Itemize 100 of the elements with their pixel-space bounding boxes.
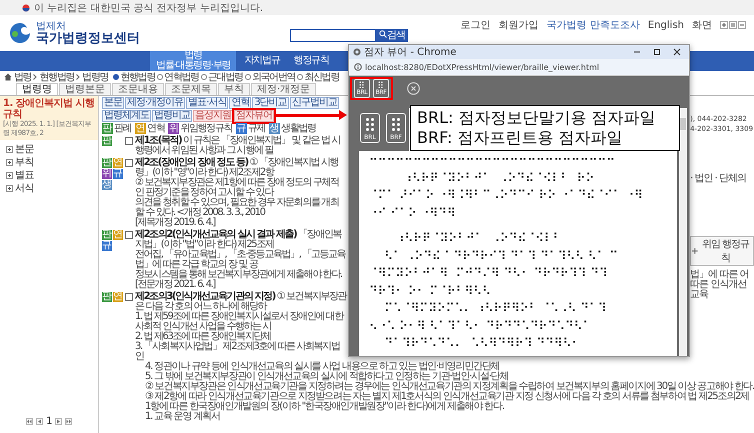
legend-label: 규제 — [248, 124, 266, 134]
radio-button[interactable] — [113, 74, 120, 80]
article-text: ② 보건복지부장관은 인식개선교육기관을 지정하려는 경우에는 인식개선교육기관의 지정계획을 수립하여 보건복지부의 홈페이지에 30일 이상 공고해야 한다. — [145, 382, 754, 392]
legend-mark: 연 — [113, 230, 123, 240]
article-text: 제2조의3(인식개선교육기관의 지정) ① 보건복지부장관은 다음 각 호의 어느 하나에 해당하 — [135, 292, 347, 312]
braille-text: ⠐⠊ ⠊⠁⠕ ⠐⠻⠙⠻ — [369, 204, 457, 222]
nav-tab[interactable]: 행정규칙 — [288, 51, 335, 71]
window-title: 점자 뷰어 - Chrome — [364, 46, 456, 59]
zoom-out-icon[interactable] — [738, 21, 746, 29]
legend-mark: 위 — [102, 169, 112, 179]
braille-text: ⠈⠻⠍⠽⠕⠃⠚⠁⠻ ⠍⠚⠙⠌⠻ ⠙⠣⠂ ⠙⠗⠙⠗⠹⠹ ⠙⠹ — [369, 265, 609, 282]
legend-label: 위임행정규칙 — [180, 124, 232, 134]
header-link[interactable]: 로그인 — [460, 18, 491, 32]
plus-box-icon[interactable] — [6, 146, 13, 153]
legend-mark: 연 — [113, 292, 123, 302]
plus-box-icon[interactable] — [6, 172, 13, 179]
plus-icon — [692, 248, 698, 254]
law-title[interactable]: 1. 장애인복지법 시행규칙 — [3, 98, 95, 120]
scrollbar[interactable] — [679, 108, 687, 356]
tree-item[interactable]: 본문 — [15, 143, 34, 156]
nav-tab[interactable]: 법령 법률·대통령령·부령 — [150, 51, 236, 71]
checkbox[interactable] — [125, 159, 133, 167]
next-page-icon[interactable] — [54, 418, 62, 425]
toolbar-button[interactable]: 법령체계도 — [102, 110, 151, 122]
breadcrumb-item[interactable]: 법령 — [14, 70, 32, 84]
last-page-icon[interactable] — [64, 418, 72, 425]
legend-mark: 연 — [135, 123, 146, 134]
braille-dots-icon — [391, 117, 401, 132]
checkbox[interactable] — [125, 137, 133, 145]
page-number[interactable]: 1 — [46, 416, 52, 427]
tree-item[interactable]: 별표 — [15, 169, 34, 182]
zoom-in-icon[interactable] — [720, 21, 728, 29]
toolbar-button[interactable]: 3단비교 — [252, 97, 289, 109]
article-text: 전어집, 「유아교육법」, 「초·중등교육법」, 「고등교육법」에 따른 각급 학교의 장 및 공 — [135, 250, 347, 270]
close-icon[interactable] — [673, 48, 681, 56]
radio-button[interactable] — [297, 74, 304, 80]
breadcrumb-item[interactable]: 법령명 — [82, 70, 108, 84]
article-text: [제목개정 2019. 6. 4.] — [135, 218, 216, 228]
toolbar-button[interactable]: 본문 — [102, 97, 124, 109]
braille-dots-icon — [378, 80, 384, 88]
chevron-icon — [76, 74, 80, 80]
article-text: 제2조의2(인식개선교육의 실시 결과 제출) 「장애인복지법」(이하 "법"이라 한다) 제25조제 — [135, 230, 342, 250]
tab[interactable]: 제정·개정문 — [251, 83, 316, 95]
radio-button[interactable] — [157, 74, 164, 80]
toolbar-button[interactable]: 연혁 — [229, 97, 252, 109]
braille-dots-icon — [365, 117, 375, 132]
plus-box-icon[interactable] — [6, 159, 13, 166]
tab[interactable]: 조문제목 — [165, 83, 217, 95]
tab[interactable]: 조문내용 — [112, 83, 164, 95]
breadcrumb-item[interactable]: 현행법령 — [39, 70, 74, 84]
logo-icon[interactable] — [8, 21, 32, 45]
legend-mark: 규 — [102, 241, 112, 251]
nav-tab[interactable]: 자치법규 — [238, 51, 286, 71]
tree-item[interactable]: 부칙 — [15, 156, 34, 169]
legend-mark: 판 — [102, 136, 112, 146]
logo-title[interactable]: 국가법령정보센터 — [36, 33, 140, 45]
article-text: ③ 제2항에 따라 인식개선교육기관으로 지정받으려는 자는 별지 제1호서식의 인식개선교육기관 지정 신청서에 다음 각 호의 서류를 첨부하여 법 제25조의2제1항에 따른 한국장애인개발원의 장(이하 "한국장애인개발원장"이라 한다)에게 제출해야 한다. — [145, 392, 750, 412]
tree-item[interactable]: 서식 — [15, 182, 34, 195]
toolbar-button[interactable]: 제정·개정이유 — [125, 97, 186, 109]
toolbar-button[interactable]: 점자뷰어 — [234, 110, 274, 122]
search-button[interactable]: 검색 — [376, 29, 408, 42]
legend-mark: 규 — [236, 123, 248, 134]
home-icon[interactable] — [4, 73, 12, 81]
zoom-reset-icon[interactable] — [729, 21, 737, 29]
braille-text: ⠣⠁ ⠠⠕⠙⠮⠈ ⠙⠗⠙⠗⠊⠹ ⠙⠁⠹ ⠙⠁⠹⠣⠣ ⠣⠁ ⠉ — [383, 248, 620, 264]
braille-text: ⠈⠍⠁ ⠜⠊⠁⠕ ⠐⠻⠨⠻⠃⠉⠠⠕⠙⠉⠊ ⠗⠕ ⠐⠁⠙⠮⠈⠊⠁ ⠐⠻ — [369, 187, 644, 204]
tab[interactable]: 법령본문 — [59, 83, 111, 95]
tab[interactable]: 부칙 — [218, 83, 250, 95]
header-link[interactable]: 화면 — [692, 18, 712, 32]
first-page-icon[interactable] — [26, 418, 34, 425]
info-icon — [354, 63, 362, 71]
article-text: 5. 그 밖에 보건복지부장관이 인식개선교육의 실시에 적합하다고 인정하는 기관·법인·시설·단체 — [145, 372, 508, 382]
toolbar-button[interactable]: 음성지원 — [193, 110, 233, 122]
toolbar-button[interactable]: 신구법비교 — [290, 97, 339, 109]
article-text: 1. 법 제59조에 따른 장애인복지시설로서 장애인에 대한 사회적 인식개선 사업을 수행하는 시 — [135, 312, 344, 332]
maximize-icon[interactable] — [653, 48, 661, 56]
header-link[interactable]: English — [648, 20, 684, 30]
article-text: 3. 「사회복지사업법」 제2조제3호에 따른 사회복지법인 — [135, 342, 340, 362]
toolbar-button[interactable]: 별표·서식 — [186, 97, 228, 109]
radio-button[interactable] — [200, 74, 207, 80]
previous-page-icon[interactable] — [36, 418, 44, 425]
braille-text: ⠙⠁⠹⠗⠙⠡⠙⠡⠄ ⠡⠣⠻⠙⠻⠗⠹ ⠙⠙⠻⠣⠂ — [383, 335, 582, 352]
flag-icon — [22, 4, 30, 12]
article-text: ② 보건복지부장관은 제1항에 따른 장애 정도의 구체적인 판정기준을 정하여 고시할 수 있다 — [135, 178, 340, 198]
search-field[interactable] — [290, 29, 376, 42]
legend-mark: 연 — [113, 158, 123, 168]
article-text: 제2조(장애인의 장애 정도 등) ① 「장애인복지법 시행령」(이하 "영"이라 한다) 제2조제2항 — [135, 158, 340, 178]
checkbox[interactable] — [125, 231, 133, 239]
checkbox[interactable] — [125, 293, 133, 301]
header-link[interactable]: 국가법령 만족도조사 — [546, 18, 640, 32]
article-text: 법」에 따른 어 — [690, 270, 750, 280]
callout-note: BRL: 점자정보단말기용 점자파일 BRF: 점자프린트용 점자파일 — [410, 105, 680, 151]
toolbar-button[interactable]: 법령비교 — [152, 110, 192, 122]
plus-box-icon[interactable] — [6, 185, 13, 192]
header-link[interactable]: 회원가입 — [498, 18, 539, 32]
logo-subtitle: 법제처 — [36, 21, 67, 32]
legend-mark: 판 — [102, 158, 112, 168]
tab[interactable]: 법령명 — [16, 83, 58, 95]
radio-button[interactable] — [244, 74, 251, 80]
related-rules-button[interactable]: 위임 행정규칙 — [690, 236, 754, 266]
